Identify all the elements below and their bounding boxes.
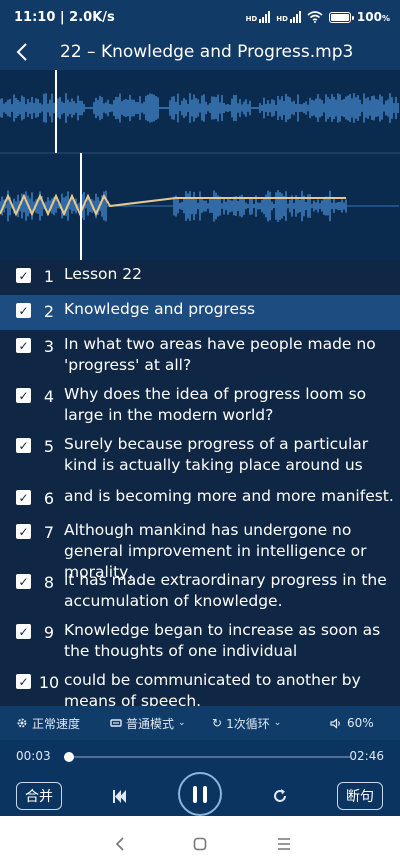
repeat-icon: ↻ [212, 716, 223, 730]
sentence-row[interactable]: ✓ 9 Knowledge began to increase as soon as… [0, 616, 400, 666]
sentence-number: 7 [43, 523, 55, 542]
sentence-number: 1 [43, 267, 55, 286]
battery-value: 100 [356, 10, 382, 24]
pause-icon-bar [203, 785, 207, 803]
pause-button[interactable] [178, 772, 222, 816]
playback-buttons: 合并 断句 [0, 772, 400, 816]
sentence-number: 5 [43, 437, 55, 456]
nav-home-icon [193, 837, 207, 851]
sentence-checkbox[interactable]: ✓ [16, 624, 31, 639]
chevron-left-icon [16, 43, 27, 61]
mode-label: 普通模式 [126, 716, 175, 731]
mode-option[interactable]: 普通模式 ⌄ [110, 715, 186, 732]
battery-icon [328, 11, 354, 23]
waveform-svg[interactable] [0, 70, 400, 260]
sentence-text: and is becoming more and more manifest. [64, 487, 394, 505]
volume-label: 60% [347, 716, 374, 730]
sentence-checkbox[interactable]: ✓ [16, 388, 31, 403]
sentence-checkbox[interactable]: ✓ [16, 303, 31, 318]
signal-1-icon: HD [246, 11, 271, 23]
mode-icon [110, 719, 122, 727]
sentence-row[interactable]: ✓ 4 Why does the idea of progress loom so … [0, 380, 400, 430]
sentence-checkbox[interactable]: ✓ [16, 338, 31, 353]
title-bar: 22 – Knowledge and Progress.mp3 [0, 34, 400, 70]
previous-button[interactable] [110, 786, 130, 806]
signal-2-label: HD [276, 15, 288, 23]
pause-icon [193, 785, 197, 803]
status-bar: 11:10 | 2.0K/s HD HD 100% [0, 0, 400, 34]
sentence-text: Knowledge and progress [64, 300, 256, 318]
page-title: 22 – Knowledge and Progress.mp3 [60, 42, 354, 62]
sentence-text: In what two areas have people made no 'p… [64, 335, 376, 374]
sentence-list: ✓ 1 Lesson 22 ✓ 2 Knowledge and progress ✓ 3 In … [0, 260, 400, 706]
loop-option[interactable]: ↻ 1次循环 ⌄ [212, 715, 281, 732]
sentence-checkbox[interactable]: ✓ [16, 490, 31, 505]
sentence-row[interactable]: ✓ 1 Lesson 22 [0, 260, 400, 295]
sentence-checkbox[interactable]: ✓ [16, 674, 31, 689]
sentence-row[interactable]: ✓ 6 and is becoming more and more manifest… [0, 482, 400, 516]
overview-waveform [0, 93, 399, 123]
sentence-text: Knowledge began to increase as soon as t… [64, 621, 381, 660]
sentence-row[interactable]: ✓ 5 Surely because progress of a particula… [0, 430, 400, 482]
sentence-text: it has made extraordinary progress in th… [64, 571, 387, 610]
sentence-row[interactable]: ✓ 10 could be communicated to another by m… [0, 666, 400, 706]
battery-level: 100% [357, 10, 390, 24]
sentence-text: Lesson 22 [64, 265, 143, 283]
sentence-row[interactable]: ✓ 7 Although mankind has undergone no gene… [0, 516, 400, 581]
sentence-number: 10 [38, 673, 60, 692]
signal-2-icon: HD [276, 11, 301, 23]
sentence-text: Surely because progress of a particular … [64, 435, 369, 474]
waveform-panel[interactable] [0, 70, 400, 260]
volume-option[interactable]: 60% [330, 716, 374, 730]
signal-1-label: HD [245, 15, 258, 23]
sentence-checkbox[interactable]: ✓ [16, 574, 31, 589]
options-row: 正常速度 普通模式 ⌄ ↻ 1次循环 ⌄ 60% [0, 706, 400, 740]
nav-back-icon [115, 837, 124, 851]
sentence-checkbox[interactable]: ✓ [16, 438, 31, 453]
sentence-row[interactable]: ✓ 2 Knowledge and progress [0, 295, 400, 330]
sentence-number: 6 [43, 489, 55, 508]
total-time: 02:46 [349, 749, 384, 763]
refresh-icon [274, 789, 286, 802]
chevron-down-icon: ⌄ [178, 718, 186, 728]
player-controls: 正常速度 普通模式 ⌄ ↻ 1次循环 ⌄ 60% 00:03 02:46 合并 … [0, 706, 400, 816]
sentence-row[interactable]: ✓ 3 In what two areas have people made no … [0, 330, 400, 380]
progress-thumb[interactable] [64, 752, 75, 762]
wifi-icon [307, 11, 323, 23]
sentence-number: 3 [43, 337, 55, 356]
chevron-down-icon: ⌄ [273, 718, 282, 728]
sentence-number: 9 [43, 623, 55, 642]
sentence-number: 4 [43, 387, 55, 406]
volume-icon [330, 717, 340, 729]
sentence-text: Why does the idea of progress loom so la… [64, 385, 367, 424]
battery-unit: % [381, 14, 390, 23]
sentence-checkbox[interactable]: ✓ [16, 524, 31, 539]
split-button[interactable]: 断句 [337, 782, 383, 810]
speed-option[interactable]: 正常速度 [16, 715, 80, 732]
speed-label: 正常速度 [32, 716, 81, 731]
nav-menu-icon [278, 838, 290, 850]
sentence-number: 2 [43, 302, 55, 321]
sentence-row[interactable]: ✓ 8 it has made extraordinary progress in … [0, 566, 400, 616]
status-time-speed: 11:10 | 2.0K/s [14, 9, 115, 25]
sentence-checkbox[interactable]: ✓ [16, 268, 31, 283]
skip-previous-icon [113, 789, 126, 803]
replay-button[interactable] [270, 786, 290, 806]
merge-button[interactable]: 合并 [16, 782, 62, 810]
sentence-number: 8 [43, 573, 55, 592]
sentence-text: could be communicated to another by mean… [64, 671, 361, 706]
status-icons: HD HD 100% [246, 10, 390, 24]
nav-home-button[interactable] [188, 832, 212, 856]
nav-menu-button[interactable] [272, 832, 296, 856]
current-time: 00:03 [16, 749, 51, 763]
nav-back-button[interactable] [108, 832, 132, 856]
loop-label: 1次循环 [226, 716, 270, 731]
progress-slider[interactable] [64, 752, 350, 762]
progress-row: 00:03 02:46 [0, 746, 400, 766]
gear-icon [17, 718, 27, 728]
back-button[interactable] [0, 34, 44, 70]
system-nav-bar [0, 816, 400, 866]
